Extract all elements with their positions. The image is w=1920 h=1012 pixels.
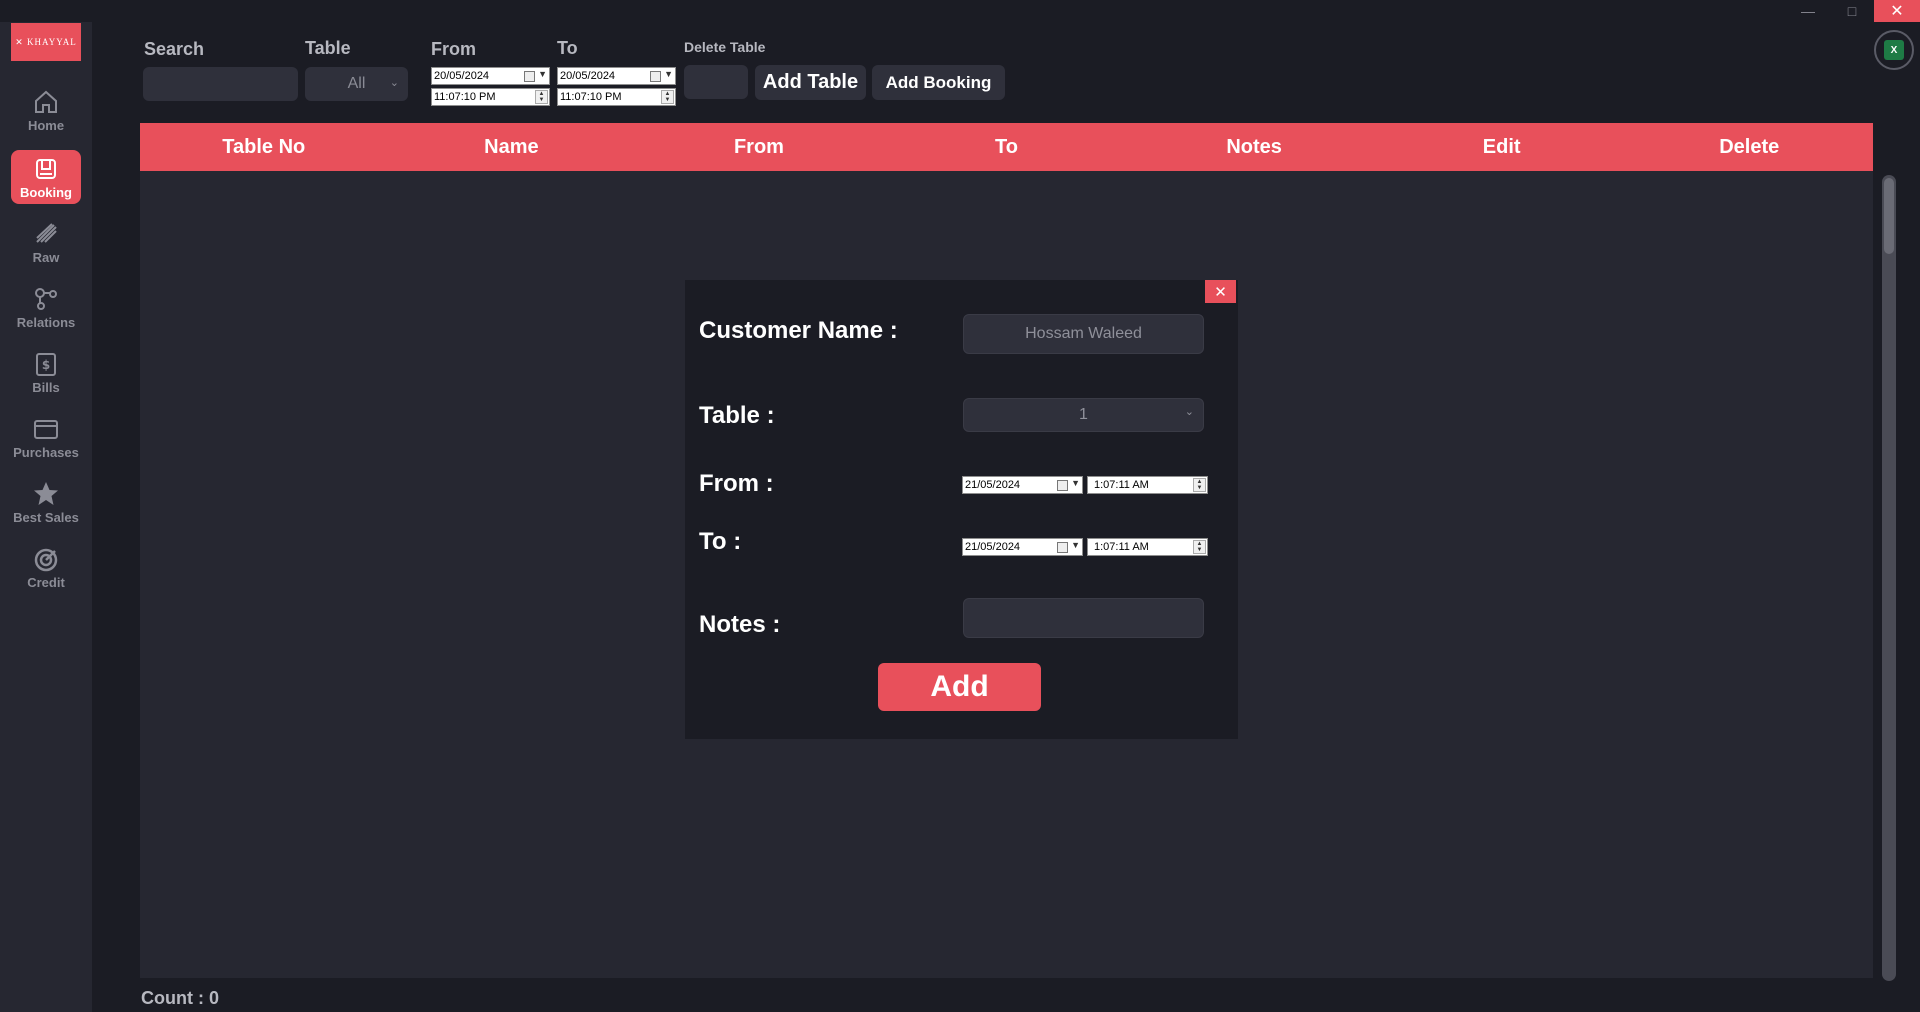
sidebar-item-label: Booking xyxy=(20,184,72,200)
delete-table-input[interactable] xyxy=(684,65,748,99)
sidebar-item-label: Raw xyxy=(32,249,60,265)
credit-icon xyxy=(34,548,58,571)
purchases-icon xyxy=(34,419,58,439)
calendar-icon xyxy=(524,71,535,82)
dialog-from-date-picker[interactable]: 21/05/2024 ▼ xyxy=(962,476,1083,494)
close-window-button[interactable]: ✕ xyxy=(1874,0,1920,22)
search-label: Search xyxy=(144,39,205,59)
minimize-button[interactable]: — xyxy=(1786,0,1830,22)
table-select[interactable]: 1 ⌄ xyxy=(963,398,1204,432)
notes-label: Notes : xyxy=(699,611,781,638)
spinner-icon: ▲ ▼ xyxy=(661,90,674,104)
dropdown-arrow-icon: ▼ xyxy=(1071,478,1080,488)
sidebar-item-home[interactable]: Home xyxy=(11,83,81,137)
dialog-to-date-value: 21/05/2024 xyxy=(965,541,1021,553)
to-date-value: 20/05/2024 xyxy=(560,70,616,82)
excel-export-button[interactable]: X xyxy=(1874,30,1914,70)
sidebar-item-label: Home xyxy=(27,117,65,133)
relations-icon xyxy=(35,287,57,310)
table-scrollbar[interactable] xyxy=(1882,175,1896,981)
table-header: Table No Name From To Notes Edit Delete xyxy=(140,123,1873,171)
dialog-to-time-picker[interactable]: 1:07:11 AM ▲ ▼ xyxy=(1087,538,1208,556)
star-icon xyxy=(34,481,58,505)
sidebar-item-label: Credit xyxy=(27,574,65,590)
sidebar-item-credit[interactable]: Credit xyxy=(11,540,81,594)
table-filter-select[interactable]: All ⌄ xyxy=(305,67,408,101)
sidebar-item-label: Relations xyxy=(16,314,76,330)
scrollbar-thumb[interactable] xyxy=(1884,178,1894,254)
to-filter-label: To xyxy=(557,38,578,58)
table-filter-value: All xyxy=(347,75,366,92)
app-logo: ✕ KHAYYAL xyxy=(11,23,81,61)
calendar-icon xyxy=(1057,542,1068,553)
sidebar-item-label: Best Sales xyxy=(13,509,79,525)
column-header-to[interactable]: To xyxy=(883,123,1131,171)
raw-icon xyxy=(36,222,57,243)
dropdown-arrow-icon: ▼ xyxy=(1071,540,1080,550)
dialog-close-button[interactable]: ✕ xyxy=(1205,280,1236,303)
booking-icon xyxy=(36,158,56,179)
from-filter-label: From xyxy=(431,39,476,59)
table-label: Table : xyxy=(699,402,775,429)
sidebar-item-purchases[interactable]: Purchases xyxy=(11,410,81,464)
customer-name-label: Customer Name : xyxy=(699,317,898,344)
dropdown-arrow-icon: ▼ xyxy=(664,69,673,79)
svg-text:$: $ xyxy=(42,358,50,372)
count-label: Count : xyxy=(141,988,204,1008)
close-icon: ✕ xyxy=(1214,283,1227,301)
from-date-picker[interactable]: 20/05/2024 ▼ xyxy=(431,67,550,85)
to-time-picker[interactable]: 11:07:10 PM ▲ ▼ xyxy=(557,88,676,106)
table-select-value: 1 xyxy=(1079,406,1088,423)
dialog-from-time-value: 1:07:11 AM xyxy=(1094,479,1149,491)
spinner-icon: ▲ ▼ xyxy=(1193,478,1206,492)
sidebar-item-label: Purchases xyxy=(13,444,79,460)
add-table-button[interactable]: Add Table xyxy=(755,65,866,100)
calendar-icon xyxy=(650,71,661,82)
search-input[interactable] xyxy=(143,67,298,101)
column-header-from[interactable]: From xyxy=(635,123,883,171)
chevron-down-icon: ⌄ xyxy=(1184,406,1194,418)
column-header-table-no[interactable]: Table No xyxy=(140,123,388,171)
from-time-value: 11:07:10 PM xyxy=(434,91,496,103)
home-icon xyxy=(35,90,57,113)
dialog-from-date-value: 21/05/2024 xyxy=(965,479,1021,491)
from-time-picker[interactable]: 11:07:10 PM ▲ ▼ xyxy=(431,88,550,106)
from-label: From : xyxy=(699,470,774,497)
delete-table-label: Delete Table xyxy=(684,39,766,55)
to-date-picker[interactable]: 20/05/2024 ▼ xyxy=(557,67,676,85)
customer-name-input[interactable]: Hossam Waleed xyxy=(963,314,1204,354)
column-header-notes[interactable]: Notes xyxy=(1130,123,1378,171)
table-filter-label: Table xyxy=(305,38,351,58)
calendar-icon xyxy=(1057,480,1068,491)
column-header-edit[interactable]: Edit xyxy=(1378,123,1626,171)
spinner-icon: ▲ ▼ xyxy=(535,90,548,104)
bills-icon: $ xyxy=(36,352,56,376)
spinner-icon: ▲ ▼ xyxy=(1193,540,1206,554)
row-count: Count : 0 xyxy=(141,988,219,1009)
sidebar-item-best-sales[interactable]: Best Sales xyxy=(11,475,81,529)
column-header-name[interactable]: Name xyxy=(388,123,636,171)
title-bar: — □ ✕ xyxy=(0,0,1920,22)
to-time-value: 11:07:10 PM xyxy=(560,91,622,103)
dialog-to-date-picker[interactable]: 21/05/2024 ▼ xyxy=(962,538,1083,556)
maximize-button[interactable]: □ xyxy=(1830,0,1874,22)
notes-input[interactable] xyxy=(963,598,1204,638)
column-header-delete[interactable]: Delete xyxy=(1625,123,1873,171)
dropdown-arrow-icon: ▼ xyxy=(538,69,547,79)
sidebar: ✕ KHAYYAL Home Booking Raw Relations $ B… xyxy=(0,22,92,1012)
dialog-from-time-picker[interactable]: 1:07:11 AM ▲ ▼ xyxy=(1087,476,1208,494)
to-label: To : xyxy=(699,528,742,555)
count-value: 0 xyxy=(209,988,220,1008)
dialog-to-time-value: 1:07:11 AM xyxy=(1094,541,1149,553)
from-date-value: 20/05/2024 xyxy=(434,70,490,82)
sidebar-item-booking[interactable]: Booking xyxy=(11,150,81,204)
excel-icon: X xyxy=(1884,40,1904,60)
sidebar-item-label: Bills xyxy=(32,379,60,395)
sidebar-item-relations[interactable]: Relations xyxy=(11,280,81,334)
add-booking-button[interactable]: Add Booking xyxy=(872,65,1005,100)
sidebar-item-bills[interactable]: $ Bills xyxy=(11,345,81,399)
add-button[interactable]: Add xyxy=(878,663,1041,711)
sidebar-item-raw[interactable]: Raw xyxy=(11,215,81,269)
chevron-down-icon: ⌄ xyxy=(389,77,399,89)
